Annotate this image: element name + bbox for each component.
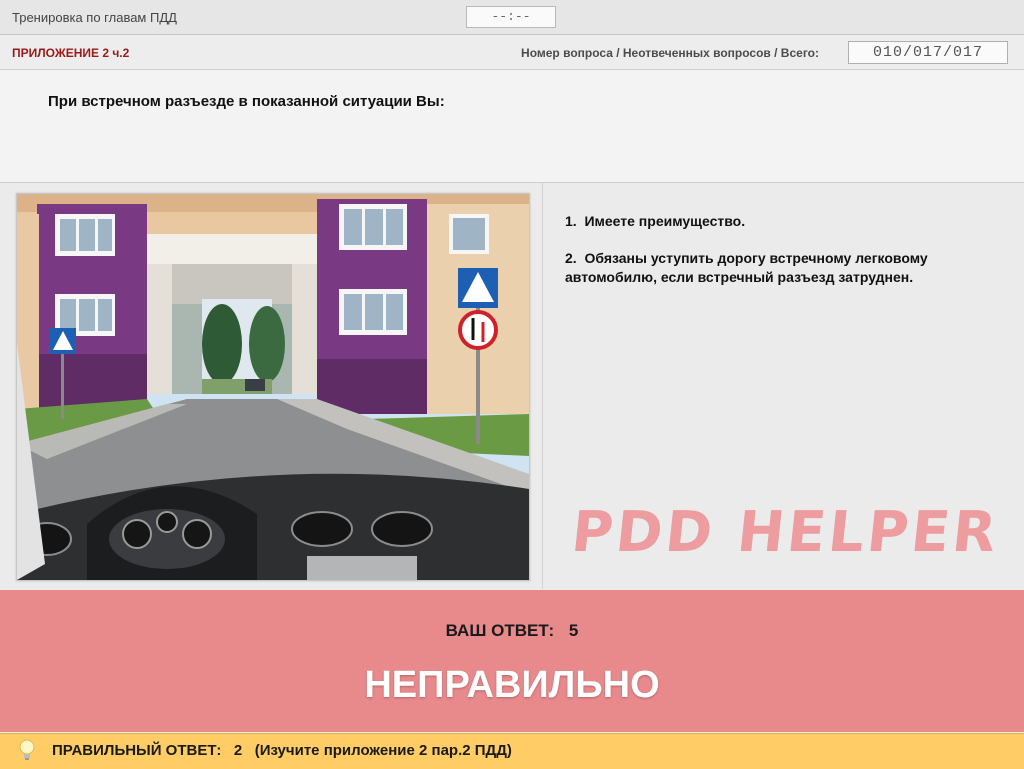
correct-answer-note: (Изучите приложение 2 пар.2 ПДД) <box>254 742 512 759</box>
result-panel <box>0 590 1024 732</box>
column-divider <box>542 183 543 589</box>
correct-answer-label: ПРАВИЛЬНЫЙ ОТВЕТ: <box>52 742 222 759</box>
answer-number: 2. <box>565 250 577 266</box>
lightbulb-icon <box>19 739 35 760</box>
answer-number: 1. <box>565 213 577 229</box>
your-answer-line: ВАШ ОТВЕТ: 5 <box>0 621 1024 641</box>
answer-text: Имеете преимущество. <box>584 213 746 229</box>
answer-option-1[interactable]: 1. Имеете преимущество. <box>565 212 1005 231</box>
watermark-logo: PDD HELPER <box>568 500 1003 565</box>
your-answer-value: 5 <box>568 621 579 640</box>
timer-display: --:-- <box>466 6 556 28</box>
answer-list: 1. Имеете преимущество. 2. Обязаны уступ… <box>565 212 1005 305</box>
answer-text: Обязаны уступить дорогу встречному легко… <box>565 250 928 285</box>
your-answer-label: ВАШ ОТВЕТ: <box>445 621 555 640</box>
road-scene-illustration <box>17 194 529 580</box>
answer-option-2[interactable]: 2. Обязаны уступить дорогу встречному ле… <box>565 249 1005 287</box>
question-counter: 010/017/017 <box>848 41 1008 64</box>
correct-answer-value: 2 <box>233 742 243 759</box>
question-counter-label: Номер вопроса / Неотвеченных вопросов / … <box>521 46 819 60</box>
question-text: При встречном разъезде в показанной ситу… <box>48 93 445 110</box>
app-title: Тренировка по главам ПДД <box>12 10 177 25</box>
verdict-text: НЕПРАВИЛЬНО <box>364 664 660 706</box>
title-bar: Тренировка по главам ПДД --:-- <box>0 0 1024 35</box>
question-image <box>16 193 530 581</box>
correct-answer-line: ПРАВИЛЬНЫЙ ОТВЕТ: 2 (Изучите приложение … <box>52 742 512 759</box>
section-label: ПРИЛОЖЕНИЕ 2 ч.2 <box>12 46 130 60</box>
question-area <box>0 70 1024 183</box>
